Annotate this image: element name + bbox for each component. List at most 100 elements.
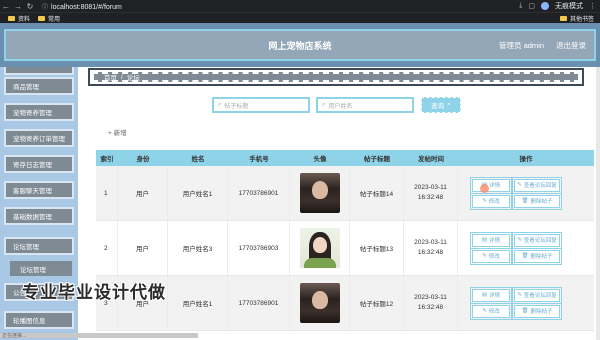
cell-post-title: 帖子标题12 <box>350 276 404 330</box>
edit-button[interactable]: ✎ 修改 <box>470 302 512 320</box>
document-icon: ▤ <box>481 237 488 243</box>
post-title-placeholder: 帖子标题 <box>224 103 249 110</box>
sidebar-item-storage-log[interactable]: 寄存日志管理 <box>4 155 74 173</box>
cell-actions: ▤详情 ✎查看论坛回复 ✎修改 🗑删除帖子 <box>458 276 594 330</box>
search-bar: ⌕ 帖子标题 ⌕ 用户姓名 查询 ⌕ <box>78 97 600 113</box>
view-reply-button[interactable]: ✎ 查看论坛回复 <box>512 286 562 304</box>
cell-name: 用户姓名3 <box>168 221 228 275</box>
cell-avatar <box>290 166 350 220</box>
sidebar-item-base-data[interactable]: 基础数据管理 <box>4 207 74 225</box>
back-icon[interactable]: ← <box>0 2 12 11</box>
cell-avatar <box>290 276 350 330</box>
delete-post-button[interactable]: 🗑 删除帖子 <box>512 302 562 320</box>
cell-post-title: 帖子标题13 <box>350 221 404 275</box>
edit-button[interactable]: ✎ 修改 <box>470 247 512 265</box>
edit-icon: ✎ <box>482 308 487 314</box>
detail-button[interactable]: ▤详情 <box>470 176 512 194</box>
sidebar-item-forum[interactable]: 论坛管理 <box>4 237 74 255</box>
sidebar-item-products[interactable]: 商品管理 <box>4 77 74 95</box>
delete-post-button[interactable]: 🗑 删除帖子 <box>512 247 562 265</box>
view-reply-button[interactable]: ✎ 查看论坛回复 <box>512 176 562 194</box>
sidebar-item-customer-chat[interactable]: 客服聊天管理 <box>4 181 74 199</box>
site-title: 网上宠物店系统 <box>268 40 332 51</box>
post-title-search-input[interactable]: ⌕ 帖子标题 <box>212 97 310 113</box>
sidebar-item-carousel[interactable]: 轮播图信息 <box>4 311 74 329</box>
cell-phone: 17703786903 <box>228 221 290 275</box>
cell-name: 用户姓名1 <box>168 166 228 220</box>
sidebar-item-top[interactable] <box>4 67 74 75</box>
sidebar-subitem-forum[interactable]: 论坛管理 <box>10 261 72 276</box>
avatar <box>299 228 340 268</box>
edit-icon: ✎ <box>482 253 487 259</box>
cell-post-time: 2023-03-11 16:32:48 <box>404 166 458 220</box>
header-post-title: 帖子标题 <box>364 156 390 163</box>
detail-button[interactable]: ▤详情 <box>470 286 512 304</box>
watermark-text: 专业毕业设计代做 <box>22 283 166 302</box>
detail-button[interactable]: ▤详情 <box>470 231 512 249</box>
search-button[interactable]: 查询 ⌕ <box>421 97 461 113</box>
header-name: 姓名 <box>191 156 205 163</box>
trash-icon: 🗑 <box>521 198 529 204</box>
search-icon: ⌕ <box>218 101 222 108</box>
user-name-placeholder: 用户姓名 <box>328 103 353 110</box>
breadcrumb: 首页 / 论坛 <box>92 72 580 82</box>
search-icon: ⌕ <box>447 101 451 108</box>
reload-icon[interactable]: ↻ <box>24 2 36 11</box>
more-menu-icon[interactable]: ⋮ <box>589 2 596 10</box>
avatar <box>299 173 340 213</box>
url-field[interactable]: ⓘ localhost:8081/#/forum <box>42 2 122 11</box>
folder-icon <box>559 15 567 21</box>
mouse-cursor-indicator <box>480 184 489 193</box>
forward-icon[interactable]: → <box>12 2 24 11</box>
cell-actions: ▤详情 ✎查看论坛回复 ✎修改 🗑删除帖子 <box>458 221 594 275</box>
bookmark-folder-other[interactable]: 其他书签 <box>559 14 594 23</box>
header-role: 身份 <box>136 156 150 163</box>
cell-name: 用户姓名1 <box>168 276 228 330</box>
cell-phone: 17703786901 <box>228 166 290 220</box>
logout-link[interactable]: 退出登录 <box>556 40 586 51</box>
cell-post-time: 2023-03-11 16:32:48 <box>404 221 458 275</box>
edit-icon: ✎ <box>517 237 522 243</box>
vertical-scrollbar[interactable] <box>596 67 600 340</box>
edit-icon: ✎ <box>517 292 522 298</box>
sidebar-item-boarding-orders[interactable]: 宠物寄养订单管理 <box>4 129 74 147</box>
trash-icon: 🗑 <box>521 308 529 314</box>
header-phone: 手机号 <box>249 156 269 163</box>
profile-icon[interactable] <box>541 2 549 10</box>
add-button[interactable]: + 新增 <box>108 127 127 137</box>
header-post-time: 发帖时间 <box>418 156 444 163</box>
bookmark-folder-2[interactable]: 常用 <box>38 14 60 23</box>
header-avatar: 头像 <box>313 156 327 163</box>
edit-icon: ✎ <box>517 182 522 188</box>
breadcrumb-current: 论坛 <box>126 75 140 82</box>
download-icon[interactable]: ⤓ <box>519 2 522 10</box>
sidebar-item-pet-boarding[interactable]: 宠物寄养管理 <box>4 103 74 121</box>
document-icon: ▤ <box>481 292 488 298</box>
table-row: 3 用户 用户姓名1 17703786901 帖子标题12 2023-03-11… <box>96 276 594 331</box>
cell-post-time: 2023-03-11 16:32:48 <box>404 276 458 330</box>
cell-avatar <box>290 221 350 275</box>
url-text: localhost:8081/#/forum <box>51 3 122 11</box>
trash-icon: 🗑 <box>521 253 529 259</box>
cell-phone: 17703786901 <box>228 276 290 330</box>
header-user-area: 管理员 admin 退出登录 <box>499 31 586 59</box>
table-header: 索引 身份 姓名 手机号 头像 帖子标题 发帖时间 操作 <box>96 150 594 166</box>
horizontal-scrollbar[interactable] <box>0 333 198 338</box>
avatar <box>299 283 340 323</box>
header-actions: 操作 <box>519 156 533 163</box>
breadcrumb-separator: / <box>121 73 123 81</box>
app-header: 网上宠物店系统 管理员 admin 退出登录 <box>0 23 600 67</box>
bookmark-folder-1[interactable]: 资料 <box>8 14 30 23</box>
view-reply-button[interactable]: ✎ 查看论坛回复 <box>512 231 562 249</box>
delete-post-button[interactable]: 🗑 删除帖子 <box>512 192 562 210</box>
cell-actions: ▤详情 ✎查看论坛回复 ✎修改 🗑删除帖子 <box>458 166 594 220</box>
table-row: 2 用户 用户姓名3 17703786903 帖子标题13 2023-03-11… <box>96 221 594 276</box>
cell-index: 1 <box>96 166 118 220</box>
edit-button[interactable]: ✎ 修改 <box>470 192 512 210</box>
incognito-label[interactable]: 无痕模式 <box>555 1 583 11</box>
extensions-icon[interactable]: ▢ <box>528 2 535 10</box>
breadcrumb-home[interactable]: 首页 <box>104 72 117 82</box>
bookmarks-bar: 资料 常用 其他书签 <box>0 12 600 23</box>
user-name-search-input[interactable]: ⌕ 用户姓名 <box>316 97 414 113</box>
info-icon: ⓘ <box>42 4 49 11</box>
